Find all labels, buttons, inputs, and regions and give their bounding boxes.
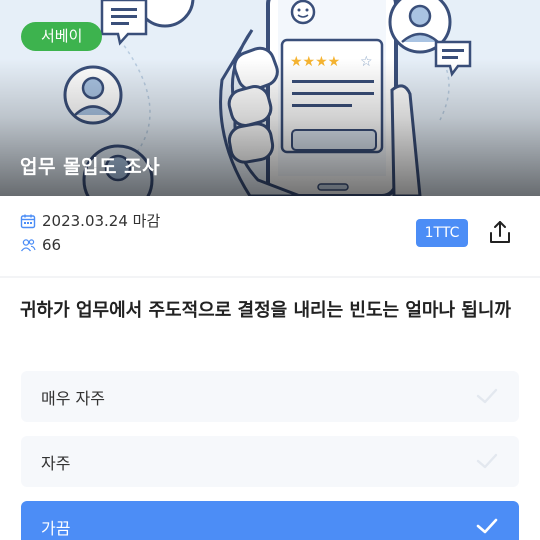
people-icon: [20, 237, 36, 253]
check-icon: [476, 388, 498, 404]
answer-option-very-often[interactable]: 매우 자주: [21, 371, 519, 422]
survey-meta-bar: 2023.03.24 마감 66 1TTC: [0, 196, 540, 276]
category-badge: 서베이: [21, 22, 103, 51]
question-text: 귀하가 업무에서 주도적으로 결정을 내리는 빈도는 얼마나 됩니까: [20, 300, 511, 321]
answer-option-label: 매우 자주: [41, 388, 105, 408]
answer-option-often[interactable]: 자주: [21, 436, 519, 487]
reward-tag: 1TTC: [416, 219, 468, 247]
deadline-row: 2023.03.24 마감: [20, 210, 160, 231]
participant-count: 66: [42, 236, 62, 254]
answer-option-sometimes[interactable]: 가끔: [21, 501, 519, 540]
check-icon: [476, 453, 498, 469]
share-icon: [490, 221, 510, 243]
answer-option-label: 자주: [41, 453, 71, 473]
share-button[interactable]: [486, 218, 514, 246]
survey-title: 업무 몰입도 조사: [20, 156, 161, 178]
calendar-icon: [20, 213, 36, 229]
check-icon: [476, 518, 498, 534]
participants-row: 66: [20, 236, 61, 254]
survey-hero-banner: ★★★★ ☆ 서베이 업무 몰입도 조사: [0, 0, 540, 196]
deadline-text: 2023.03.24 마감: [42, 212, 161, 230]
answer-option-label: 가끔: [41, 518, 71, 538]
section-divider: [0, 276, 540, 278]
